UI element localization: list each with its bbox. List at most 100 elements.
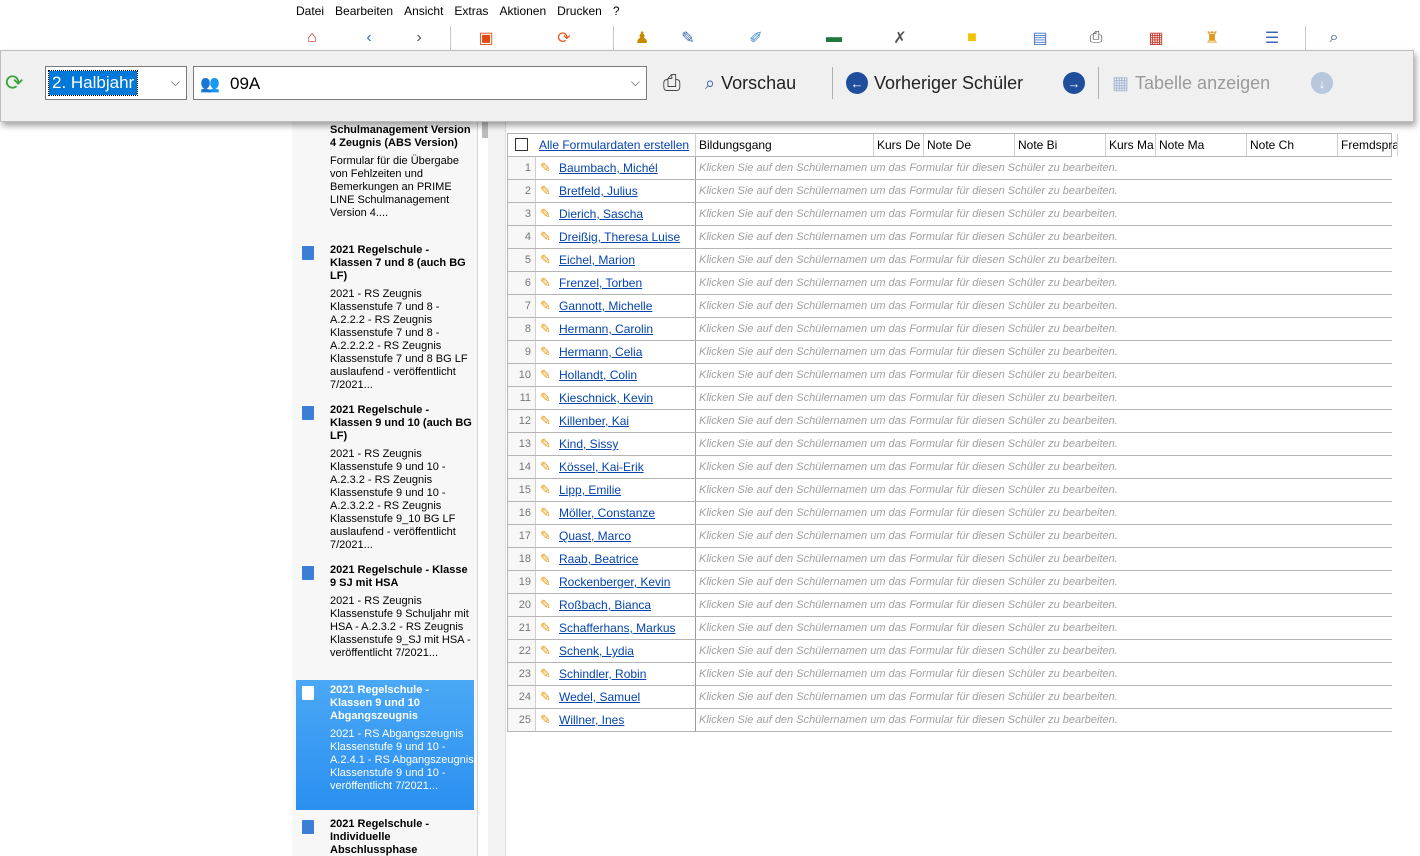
- student-name-link[interactable]: Schindler, Robin: [559, 663, 646, 685]
- pencil-icon[interactable]: ✎: [540, 322, 554, 336]
- pencil-icon[interactable]: ✎: [540, 299, 554, 313]
- column-header[interactable]: Kurs Ma: [1106, 134, 1156, 156]
- select-all-checkbox[interactable]: [515, 138, 528, 151]
- print-button[interactable]: ⎙: [663, 68, 681, 98]
- clipboard-delete-icon[interactable]: ✗: [888, 26, 912, 50]
- column-header[interactable]: Fremdspra: [1338, 134, 1398, 156]
- pencil-icon[interactable]: ✎: [540, 644, 554, 658]
- student-name-link[interactable]: Schafferhans, Markus: [559, 617, 676, 639]
- student-name-link[interactable]: Kössel, Kai-Erik: [559, 456, 644, 478]
- chevron-down-icon[interactable]: ⌵: [631, 75, 640, 90]
- student-name-link[interactable]: Hollandt, Colin: [559, 364, 637, 386]
- next-student-button[interactable]: →: [1063, 68, 1085, 98]
- pencil-icon[interactable]: ✎: [540, 230, 554, 244]
- pencil-icon[interactable]: ✎: [540, 575, 554, 589]
- pencil-icon[interactable]: ✎: [540, 276, 554, 290]
- refresh-icon[interactable]: ⟳: [5, 71, 29, 95]
- pencil-icon[interactable]: ✎: [540, 621, 554, 635]
- student-name-link[interactable]: Dierich, Sascha: [559, 203, 643, 225]
- student-name-link[interactable]: Kieschnick, Kevin: [559, 387, 653, 409]
- sync-icon[interactable]: ⟳: [552, 26, 576, 50]
- chair-icon[interactable]: ♜: [1200, 26, 1224, 50]
- student-name-link[interactable]: Möller, Constanze: [559, 502, 655, 524]
- money-icon[interactable]: ▬: [822, 26, 846, 50]
- pencil-icon[interactable]: ✎: [540, 598, 554, 612]
- menu-item[interactable]: Extras: [450, 0, 495, 22]
- student-name-link[interactable]: Bretfeld, Julius: [559, 180, 638, 202]
- pencil-icon[interactable]: ✎: [540, 253, 554, 267]
- panel-splitter[interactable]: [488, 122, 506, 856]
- student-name-link[interactable]: Baumbach, Michél: [559, 157, 658, 179]
- pencil-icon[interactable]: ✎: [540, 161, 554, 175]
- sticky-note-icon[interactable]: ■: [960, 26, 984, 50]
- all-forms-link[interactable]: Alle Formulardaten erstellen: [539, 138, 689, 152]
- pencil-icon[interactable]: ✎: [540, 207, 554, 221]
- edit-document-icon[interactable]: ✎: [676, 26, 700, 50]
- class-select[interactable]: 👥 09A ⌵: [193, 66, 647, 100]
- home-icon[interactable]: ⌂: [300, 26, 324, 50]
- graduate-icon[interactable]: ♟: [630, 26, 654, 50]
- chevron-down-icon[interactable]: ⌵: [171, 75, 180, 90]
- column-header[interactable]: Kurs De: [874, 134, 924, 156]
- student-name-link[interactable]: Hermann, Celia: [559, 341, 642, 363]
- menu-item[interactable]: Datei: [292, 0, 331, 22]
- pencil-icon[interactable]: ✎: [540, 667, 554, 681]
- pencil-icon[interactable]: ✎: [540, 345, 554, 359]
- pencil-icon[interactable]: ✎: [540, 391, 554, 405]
- pencil-icon[interactable]: ✎: [540, 460, 554, 474]
- student-name-link[interactable]: Raab, Beatrice: [559, 548, 638, 570]
- preview-button[interactable]: ⌕ Vorschau: [705, 68, 796, 98]
- search-icon[interactable]: ⌕: [1322, 26, 1346, 50]
- pencil-icon[interactable]: ✎: [540, 437, 554, 451]
- pencil-icon[interactable]: ✎: [540, 483, 554, 497]
- calendar-icon[interactable]: ▦: [1144, 26, 1168, 50]
- menu-item[interactable]: ?: [609, 0, 627, 22]
- student-name-link[interactable]: Dreißig, Theresa Luise: [559, 226, 680, 248]
- student-name-link[interactable]: Kind, Sissy: [559, 433, 618, 455]
- notepad-icon[interactable]: ✐: [744, 26, 768, 50]
- student-name-link[interactable]: Eichel, Marion: [559, 249, 635, 271]
- pencil-icon[interactable]: ✎: [540, 552, 554, 566]
- column-header[interactable]: Note De: [924, 134, 1015, 156]
- form-list-item[interactable]: 2021 Regelschule - Klassen 9 und 10 Abga…: [296, 680, 474, 810]
- column-header[interactable]: Note Ma: [1156, 134, 1247, 156]
- column-header[interactable]: Note Ch: [1247, 134, 1338, 156]
- form-list-item[interactable]: 2021 Regelschule - Individuelle Abschlus…: [296, 814, 474, 856]
- menu-item[interactable]: Drucken: [553, 0, 609, 22]
- printer-icon[interactable]: ⎙: [1084, 26, 1108, 50]
- pencil-icon[interactable]: ✎: [540, 184, 554, 198]
- student-name-link[interactable]: Willner, Ines: [559, 709, 624, 731]
- student-name-link[interactable]: Hermann, Carolin: [559, 318, 653, 340]
- back-arrow-icon[interactable]: ‹: [357, 26, 381, 50]
- pencil-icon[interactable]: ✎: [540, 506, 554, 520]
- student-name-link[interactable]: Rockenberger, Kevin: [559, 571, 670, 593]
- student-name-link[interactable]: Schenk, Lydia: [559, 640, 634, 662]
- menu-item[interactable]: Aktionen: [495, 0, 553, 22]
- form-list-item[interactable]: 2021 Regelschule - Klassen 9 und 10 (auc…: [296, 400, 474, 558]
- menu-item[interactable]: Ansicht: [400, 0, 450, 22]
- forward-arrow-icon[interactable]: ›: [407, 26, 431, 50]
- form-list-item[interactable]: Schulmanagement Version 4 Zeugnis (ABS V…: [296, 122, 474, 238]
- student-name-link[interactable]: Roßbach, Bianca: [559, 594, 651, 616]
- form-list-item[interactable]: 2021 Regelschule - Klassen 7 und 8 (auch…: [296, 240, 474, 398]
- column-header[interactable]: Bildungsgang: [696, 134, 874, 156]
- pencil-icon[interactable]: ✎: [540, 414, 554, 428]
- pencil-icon[interactable]: ✎: [540, 368, 554, 382]
- column-header[interactable]: Note Bi: [1015, 134, 1106, 156]
- student-name-link[interactable]: Quast, Marco: [559, 525, 631, 547]
- halbjahr-select[interactable]: 2. Halbjahr ⌵: [45, 66, 187, 100]
- checklist-icon[interactable]: ☰: [1260, 26, 1284, 50]
- previous-student-button[interactable]: ← Vorheriger Schüler: [846, 68, 1023, 98]
- menu-item[interactable]: Bearbeiten: [331, 0, 400, 22]
- student-name-link[interactable]: Lipp, Emilie: [559, 479, 621, 501]
- form-list-item[interactable]: 2021 Regelschule - Klasse 9 SJ mit HSA 20…: [296, 560, 474, 678]
- show-table-button[interactable]: ▦ Tabelle anzeigen: [1112, 68, 1270, 98]
- pencil-icon[interactable]: ✎: [540, 713, 554, 727]
- student-name-link[interactable]: Frenzel, Torben: [559, 272, 642, 294]
- tv-icon[interactable]: ▣: [474, 26, 498, 50]
- student-name-link[interactable]: Gannott, Michelle: [559, 295, 652, 317]
- download-button[interactable]: ↓: [1311, 68, 1333, 98]
- form-icon[interactable]: ▤: [1028, 26, 1052, 50]
- pencil-icon[interactable]: ✎: [540, 529, 554, 543]
- student-name-link[interactable]: Killenber, Kai: [559, 410, 629, 432]
